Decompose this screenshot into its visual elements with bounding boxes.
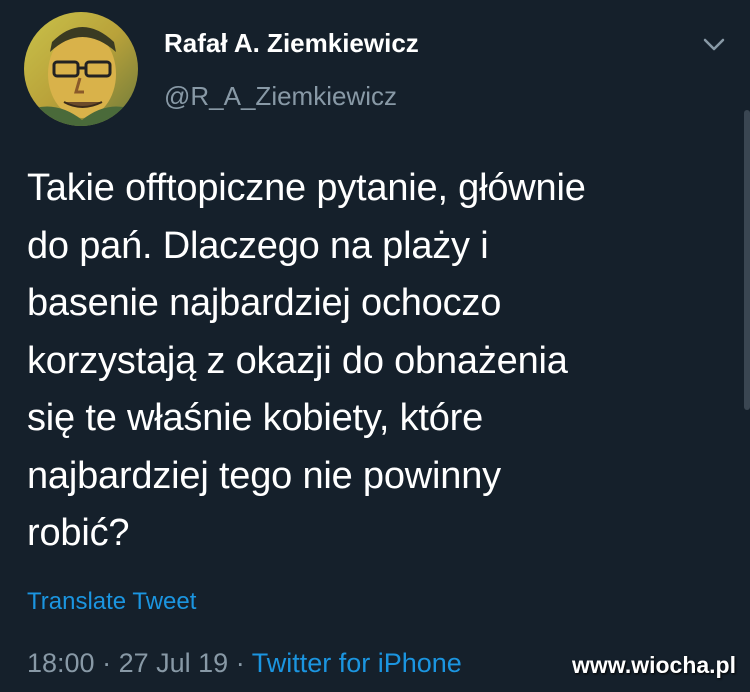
tweet-source-link[interactable]: Twitter for iPhone: [252, 648, 462, 678]
author-handle[interactable]: @R_A_Ziemkiewicz: [164, 79, 397, 113]
translate-tweet-link[interactable]: Translate Tweet: [27, 586, 196, 618]
meta-separator: ·: [235, 648, 245, 678]
avatar-portrait-icon: [24, 12, 138, 126]
meta-separator: ·: [102, 648, 112, 678]
scrollbar[interactable]: [744, 110, 750, 410]
tweet-text: Takie offtopiczne pytanie, głównie do pa…: [27, 167, 586, 554]
chevron-down-icon: [703, 38, 725, 51]
avatar[interactable]: [24, 12, 138, 126]
watermark: www.wiocha.pl: [572, 652, 736, 678]
tweet-meta: 18:00 · 27 Jul 19 · Twitter for iPhone: [27, 645, 462, 681]
tweet-date: 27 Jul 19: [118, 648, 229, 678]
tweet-time: 18:00: [27, 648, 95, 678]
tweet-menu-button[interactable]: [700, 30, 728, 58]
author-display-name[interactable]: Rafał A. Ziemkiewicz: [164, 26, 419, 60]
